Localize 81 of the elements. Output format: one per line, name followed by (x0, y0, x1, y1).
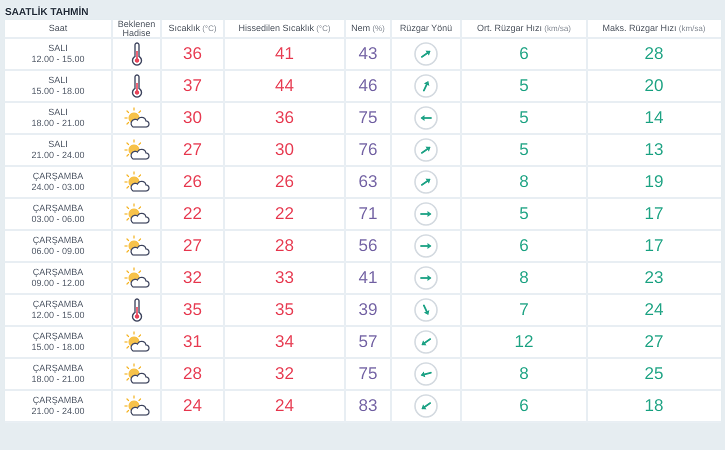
temperature-value: 26 (183, 171, 202, 194)
time-cell: SALI 18.00 - 21.00 (31, 107, 85, 129)
time-cell: ÇARŞAMBA 21.00 - 24.00 (31, 395, 85, 417)
time-cell: ÇARŞAMBA 06.00 - 09.00 (31, 235, 85, 257)
column-header: Beklenen Hadise (113, 20, 162, 37)
average-wind-speed: 7 (519, 299, 529, 322)
max-wind-speed: 25 (644, 363, 664, 386)
average-wind-speed: 6 (519, 395, 529, 418)
humidity-value: 76 (358, 139, 378, 162)
average-wind-speed: 5 (519, 139, 529, 162)
humidity-value: 75 (358, 107, 378, 130)
humidity-value: 43 (358, 43, 378, 66)
max-wind-speed: 20 (644, 75, 664, 98)
time-cell: ÇARŞAMBA 24.00 - 03.00 (31, 171, 85, 193)
humidity-value: 83 (358, 395, 378, 418)
average-wind-speed: 6 (519, 235, 529, 258)
max-wind-speed: 13 (644, 139, 664, 162)
time-cell: ÇARŞAMBA 09.00 - 12.00 (31, 267, 85, 289)
humidity-value: 56 (358, 235, 378, 258)
column-header: Nem (%) (346, 20, 392, 37)
max-wind-speed: 24 (644, 299, 664, 322)
temperature-value: 27 (183, 235, 202, 258)
max-wind-speed: 17 (644, 203, 664, 226)
feels-like-value: 30 (275, 139, 294, 162)
time-cell: SALI 15.00 - 18.00 (31, 75, 85, 97)
time-cell: ÇARŞAMBA 18.00 - 21.00 (31, 363, 85, 385)
temperature-value: 28 (183, 363, 202, 386)
feels-like-value: 44 (275, 75, 294, 98)
temperature-value: 22 (183, 203, 202, 226)
average-wind-speed: 6 (519, 43, 529, 66)
humidity-value: 39 (358, 299, 378, 322)
feels-like-value: 32 (275, 363, 294, 386)
feels-like-value: 22 (275, 203, 294, 226)
average-wind-speed: 5 (519, 107, 529, 130)
time-cell: ÇARŞAMBA 12.00 - 15.00 (31, 299, 85, 321)
section-title: SAATLİK TAHMİN (4, 5, 90, 20)
max-wind-speed: 27 (644, 331, 664, 354)
max-wind-speed: 28 (644, 43, 664, 66)
max-wind-speed: 14 (644, 107, 664, 130)
average-wind-speed: 5 (519, 203, 529, 226)
humidity-value: 46 (358, 75, 378, 98)
average-wind-speed: 12 (514, 331, 534, 354)
average-wind-speed: 8 (519, 171, 529, 194)
temperature-value: 35 (183, 299, 202, 322)
column-header: Rüzgar Yönü (392, 20, 462, 37)
feels-like-value: 33 (275, 267, 294, 290)
average-wind-speed: 8 (519, 363, 529, 386)
average-wind-speed: 5 (519, 75, 529, 98)
column-header: Saat (5, 20, 113, 37)
max-wind-speed: 23 (644, 267, 664, 290)
feels-like-value: 28 (275, 235, 294, 258)
time-cell: SALI 12.00 - 15.00 (31, 43, 85, 65)
time-cell: ÇARŞAMBA 15.00 - 18.00 (31, 331, 85, 353)
max-wind-speed: 18 (644, 395, 664, 418)
column-header: Hissedilen Sıcaklık (°C) (225, 20, 346, 37)
feels-like-value: 24 (275, 395, 294, 418)
time-cell: ÇARŞAMBA 03.00 - 06.00 (31, 203, 85, 225)
humidity-value: 41 (358, 267, 378, 290)
column-header: Sıcaklık (°C) (162, 20, 225, 37)
average-wind-speed: 8 (519, 267, 529, 290)
humidity-value: 63 (358, 171, 378, 194)
max-wind-speed: 17 (644, 235, 664, 258)
temperature-value: 24 (183, 395, 202, 418)
feels-like-value: 26 (275, 171, 294, 194)
humidity-value: 57 (358, 331, 378, 354)
feels-like-value: 36 (275, 107, 294, 130)
temperature-value: 30 (183, 107, 202, 130)
temperature-value: 31 (183, 331, 202, 354)
humidity-value: 75 (358, 363, 378, 386)
column-header: Ort. Rüzgar Hızı (km/sa) (462, 20, 588, 37)
time-cell: SALI 21.00 - 24.00 (31, 139, 85, 161)
temperature-value: 37 (183, 75, 202, 98)
feels-like-value: 41 (275, 43, 294, 66)
temperature-value: 32 (183, 267, 202, 290)
feels-like-value: 35 (275, 299, 294, 322)
temperature-value: 36 (183, 43, 202, 66)
temperature-value: 27 (183, 139, 202, 162)
max-wind-speed: 19 (644, 171, 664, 194)
feels-like-value: 34 (275, 331, 294, 354)
humidity-value: 71 (358, 203, 378, 226)
column-header: Maks. Rüzgar Hızı (km/sa) (602, 22, 706, 35)
